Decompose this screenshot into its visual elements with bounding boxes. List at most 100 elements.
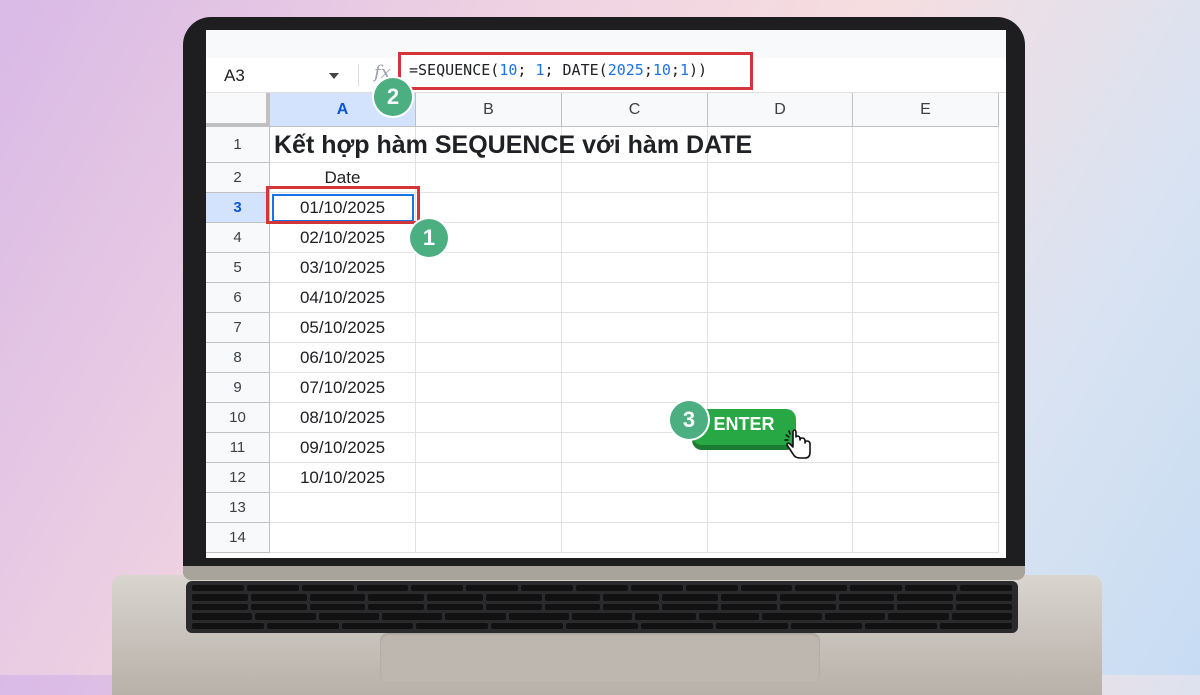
- row-header-13[interactable]: 13: [206, 493, 270, 523]
- formula-input-highlight[interactable]: =SEQUENCE(10; 1; DATE(2025;10;1)): [398, 52, 753, 90]
- cell-e1[interactable]: [853, 127, 999, 163]
- keyboard-row: [192, 603, 1012, 611]
- cell-d8[interactable]: [708, 343, 853, 373]
- key: [721, 603, 777, 611]
- column-header-d[interactable]: D: [708, 93, 853, 127]
- cell-a5[interactable]: 03/10/2025: [270, 253, 416, 283]
- cell-d6[interactable]: [708, 283, 853, 313]
- formula-number: 1: [679, 61, 689, 79]
- cell-d5[interactable]: [708, 253, 853, 283]
- cell-a7[interactable]: 05/10/2025: [270, 313, 416, 343]
- active-cell-highlight: [266, 186, 420, 224]
- cell-c3[interactable]: [562, 193, 708, 223]
- row-header-1[interactable]: 1: [206, 127, 270, 163]
- cell-c12[interactable]: [562, 463, 708, 493]
- cell-c7[interactable]: [562, 313, 708, 343]
- key: [544, 594, 601, 601]
- row-header-6[interactable]: 6: [206, 283, 270, 313]
- cell-c4[interactable]: [562, 223, 708, 253]
- cell-d13[interactable]: [708, 493, 853, 523]
- cell-e8[interactable]: [853, 343, 999, 373]
- row-header-12[interactable]: 12: [206, 463, 270, 493]
- cell-d3[interactable]: [708, 193, 853, 223]
- cell-e14[interactable]: [853, 523, 999, 553]
- key: [956, 594, 1012, 601]
- column-header-c[interactable]: C: [562, 93, 708, 127]
- cell-c5[interactable]: [562, 253, 708, 283]
- row-header-14[interactable]: 14: [206, 523, 270, 553]
- row-header-7[interactable]: 7: [206, 313, 270, 343]
- cell-b13[interactable]: [416, 493, 562, 523]
- cell-b6[interactable]: [416, 283, 562, 313]
- cell-a13[interactable]: [270, 493, 416, 523]
- key: [416, 622, 489, 630]
- cell-d4[interactable]: [708, 223, 853, 253]
- cell-a10[interactable]: 08/10/2025: [270, 403, 416, 433]
- cell-a11[interactable]: 09/10/2025: [270, 433, 416, 463]
- cell-d2[interactable]: [708, 163, 853, 193]
- cell-b10[interactable]: [416, 403, 562, 433]
- row-header-2[interactable]: 2: [206, 163, 270, 193]
- cell-d14[interactable]: [708, 523, 853, 553]
- cell-a6[interactable]: 04/10/2025: [270, 283, 416, 313]
- key: [685, 585, 738, 592]
- cell-e5[interactable]: [853, 253, 999, 283]
- row-header-5[interactable]: 5: [206, 253, 270, 283]
- key: [571, 613, 633, 620]
- key: [246, 585, 299, 592]
- cell-d7[interactable]: [708, 313, 853, 343]
- cell-e12[interactable]: [853, 463, 999, 493]
- cell-b5[interactable]: [416, 253, 562, 283]
- cell-b3[interactable]: [416, 193, 562, 223]
- cell-e11[interactable]: [853, 433, 999, 463]
- name-box[interactable]: A3: [224, 64, 344, 88]
- cell-a8[interactable]: 06/10/2025: [270, 343, 416, 373]
- key: [566, 622, 638, 630]
- cell-c14[interactable]: [562, 523, 708, 553]
- enter-key-button[interactable]: ENTER: [692, 409, 796, 445]
- select-all-corner[interactable]: [206, 93, 270, 127]
- formula-input[interactable]: =SEQUENCE(10; 1; DATE(2025;10;1)): [409, 61, 707, 79]
- cell-e7[interactable]: [853, 313, 999, 343]
- key: [485, 594, 542, 601]
- chevron-down-icon[interactable]: [329, 73, 339, 79]
- cell-e2[interactable]: [853, 163, 999, 193]
- cell-e9[interactable]: [853, 373, 999, 403]
- cell-b2[interactable]: [416, 163, 562, 193]
- cell-c8[interactable]: [562, 343, 708, 373]
- cell-b8[interactable]: [416, 343, 562, 373]
- formula-text-part: ;: [670, 61, 680, 79]
- cell-a4[interactable]: 02/10/2025: [270, 223, 416, 253]
- cell-b14[interactable]: [416, 523, 562, 553]
- cell-c13[interactable]: [562, 493, 708, 523]
- key: [427, 594, 483, 601]
- cell-e3[interactable]: [853, 193, 999, 223]
- cell-e13[interactable]: [853, 493, 999, 523]
- cell-b11[interactable]: [416, 433, 562, 463]
- cell-c9[interactable]: [562, 373, 708, 403]
- cell-b9[interactable]: [416, 373, 562, 403]
- cell-d12[interactable]: [708, 463, 853, 493]
- row-header-8[interactable]: 8: [206, 343, 270, 373]
- row-header-11[interactable]: 11: [206, 433, 270, 463]
- cell-e6[interactable]: [853, 283, 999, 313]
- cell-a9[interactable]: 07/10/2025: [270, 373, 416, 403]
- column-header-b[interactable]: B: [416, 93, 562, 127]
- cell-b7[interactable]: [416, 313, 562, 343]
- key: [341, 622, 414, 630]
- column-header-e[interactable]: E: [853, 93, 999, 127]
- cell-e10[interactable]: [853, 403, 999, 433]
- cell-c2[interactable]: [562, 163, 708, 193]
- key: [445, 613, 506, 620]
- row-header-9[interactable]: 9: [206, 373, 270, 403]
- cell-a12[interactable]: 10/10/2025: [270, 463, 416, 493]
- cell-a14[interactable]: [270, 523, 416, 553]
- row-header-3[interactable]: 3: [206, 193, 270, 223]
- cell-c6[interactable]: [562, 283, 708, 313]
- cell-d9[interactable]: [708, 373, 853, 403]
- key: [956, 603, 1012, 611]
- row-header-10[interactable]: 10: [206, 403, 270, 433]
- cell-e4[interactable]: [853, 223, 999, 253]
- row-header-4[interactable]: 4: [206, 223, 270, 253]
- cell-b12[interactable]: [416, 463, 562, 493]
